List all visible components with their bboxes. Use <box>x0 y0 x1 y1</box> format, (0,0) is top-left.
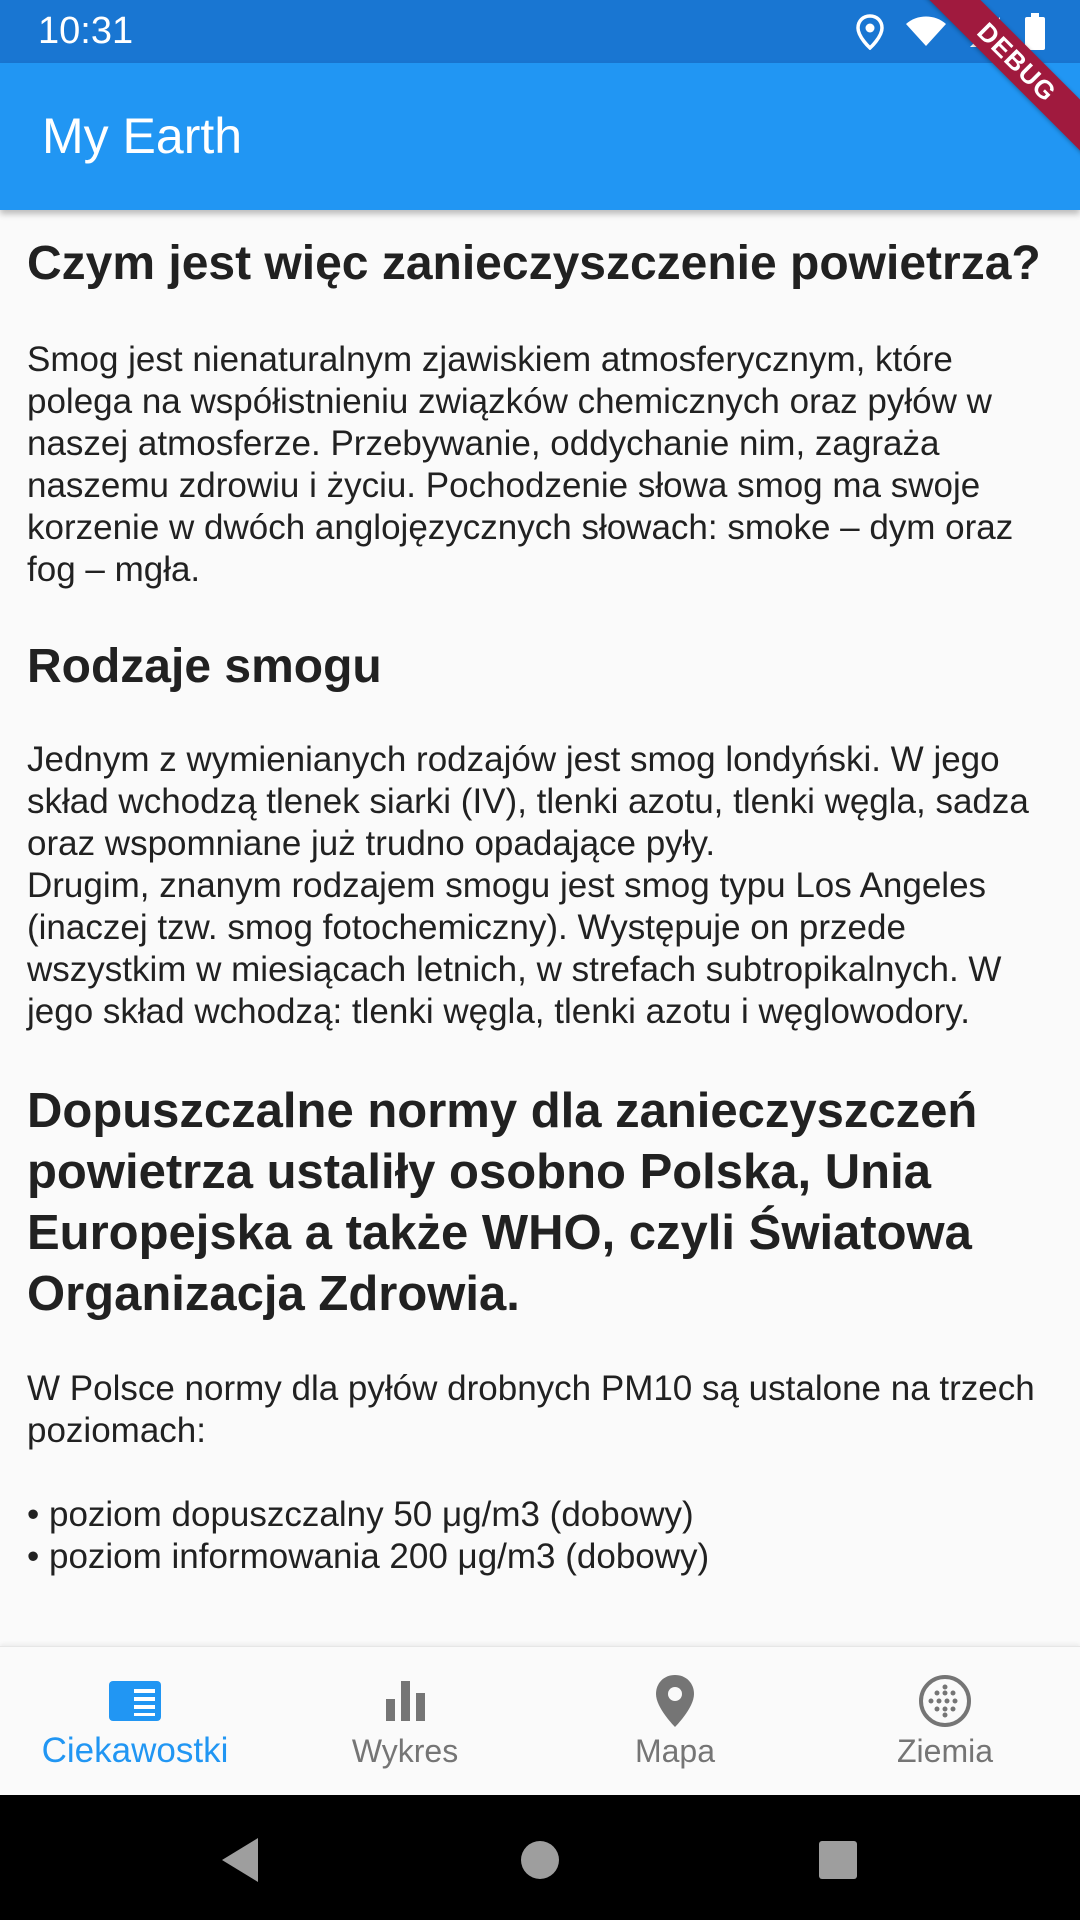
nav-label-ciekawostki: Ciekawostki <box>41 1731 229 1770</box>
wifi-icon <box>906 16 946 48</box>
status-time: 10:31 <box>38 10 134 52</box>
nav-label-mapa: Mapa <box>634 1733 716 1769</box>
article-paragraph-2a: Jednym z wymienianych rodzajów jest smog… <box>27 740 1029 863</box>
map-pin-icon <box>647 1673 703 1729</box>
battery-icon <box>1024 13 1046 51</box>
article-paragraph-3: W Polsce normy dla pyłów drobnych PM10 s… <box>27 1369 1035 1450</box>
status-bar: 10:31 <box>0 0 1080 63</box>
globe-icon <box>917 1673 973 1729</box>
article-content[interactable]: Czym jest więc zanieczyszczenie powietrz… <box>0 210 1080 1646</box>
back-icon[interactable] <box>214 1832 270 1888</box>
nav-item-ziemia[interactable]: Ziemia <box>810 1647 1080 1795</box>
system-navigation-bar <box>0 1794 1080 1920</box>
article-paragraph-1: Smog jest nienaturalnym zjawiskiem atmos… <box>27 340 1014 589</box>
nav-item-mapa[interactable]: Mapa <box>540 1647 810 1795</box>
article-paragraph-2b: Drugim, znanym rodzajem smogu jest smog … <box>27 866 1002 1031</box>
recents-icon[interactable] <box>810 1832 866 1888</box>
location-icon <box>856 14 884 50</box>
nav-item-wykres[interactable]: Wykres <box>270 1647 540 1795</box>
home-icon[interactable] <box>512 1832 568 1888</box>
bottom-navigation: Ciekawostki Wykres Mapa Ziemia <box>0 1646 1080 1795</box>
nav-label-ziemia: Ziemia <box>896 1733 993 1769</box>
nav-label-wykres: Wykres <box>351 1733 459 1769</box>
article-heading-2: Rodzaje smogu <box>27 640 382 693</box>
list-item: • poziom dopuszczalny 50 μg/m3 (dobowy) <box>27 1495 694 1534</box>
app-bar: My Earth <box>0 63 1080 210</box>
list-item: • poziom informowania 200 μg/m3 (dobowy) <box>27 1537 710 1576</box>
app-screen: 10:31 DEBUG My Earth Czym jest więc zani… <box>0 0 1080 1920</box>
article-heading-1: Czym jest więc zanieczyszczenie powietrz… <box>27 237 1041 290</box>
article-icon <box>107 1673 163 1729</box>
norms-list: • poziom dopuszczalny 50 μg/m3 (dobowy) … <box>27 1494 1053 1578</box>
bar-chart-icon <box>377 1673 433 1729</box>
app-title: My Earth <box>42 108 243 164</box>
nav-item-ciekawostki[interactable]: Ciekawostki <box>0 1647 270 1795</box>
article-heading-3: Dopuszczalne normy dla zanieczyszczeń po… <box>27 1084 978 1321</box>
